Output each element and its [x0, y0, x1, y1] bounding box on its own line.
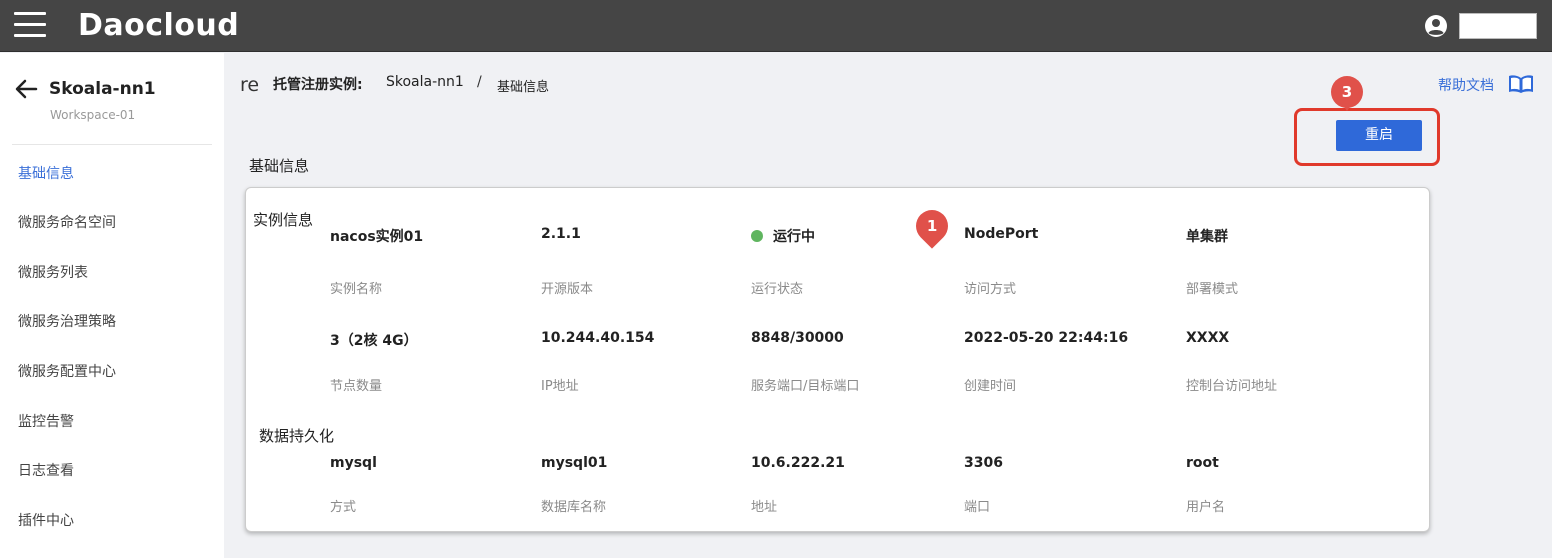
status-text: 运行中 [773, 229, 815, 245]
sidebar: Skoala-nn1 Workspace-01 基础信息 微服务命名空间 微服务… [0, 53, 224, 558]
created-time-value: 2022-05-20 22:44:16 [964, 330, 1129, 346]
sidebar-item-governance[interactable]: 微服务治理策略 [18, 311, 116, 331]
back-arrow-icon[interactable] [14, 79, 38, 99]
db-port-label: 端口 [964, 500, 991, 515]
db-address-value: 10.6.222.21 [751, 455, 845, 471]
workspace-subtitle: Workspace-01 [50, 108, 136, 122]
access-method-value: NodePort [964, 226, 1039, 242]
node-count-value: 3（2核 4G） [330, 333, 418, 349]
created-time-label: 创建时间 [964, 379, 1017, 394]
console-url-label: 控制台访问地址 [1186, 379, 1278, 394]
db-username-value: root [1186, 455, 1219, 471]
instance-info-title: 实例信息 [253, 211, 314, 229]
deploy-mode-value: 单集群 [1186, 229, 1228, 245]
hamburger-menu-icon[interactable] [14, 12, 46, 38]
sidebar-item-config-center[interactable]: 微服务配置中心 [18, 361, 116, 381]
info-card: 实例信息 nacos实例01 2.1.1 运行中 NodePort 单集群 实例… [245, 187, 1430, 532]
sidebar-item-logs[interactable]: 日志查看 [18, 460, 74, 480]
instance-name-value: nacos实例01 [330, 229, 424, 245]
ports-value: 8848/30000 [751, 330, 844, 346]
annotation-marker-1-label: 1 [926, 217, 938, 235]
status-label: 运行状态 [751, 282, 804, 297]
sidebar-item-basic-info[interactable]: 基础信息 [18, 163, 74, 183]
brand-logo: Daocloud [78, 8, 240, 43]
deploy-mode-label: 部署模式 [1186, 282, 1239, 297]
sidebar-item-service-list[interactable]: 微服务列表 [18, 262, 88, 282]
sidebar-item-monitoring[interactable]: 监控告警 [18, 411, 74, 431]
workspace-title: Skoala-nn1 [49, 79, 156, 99]
sidebar-divider [12, 144, 212, 145]
ip-address-label: IP地址 [541, 379, 579, 394]
help-docs-link[interactable]: 帮助文档 [1438, 75, 1494, 95]
section-title: 基础信息 [249, 157, 310, 175]
ip-address-value: 10.244.40.154 [541, 330, 655, 346]
breadcrumb-current: 基础信息 [497, 80, 550, 95]
db-port-value: 3306 [964, 455, 1003, 471]
breadcrumb-label: 托管注册实例: [273, 77, 363, 93]
truncated-text-fragment: re [240, 74, 260, 96]
instance-name-label: 实例名称 [330, 282, 383, 297]
database-name-label: 数据库名称 [541, 500, 607, 515]
persistence-method-value: mysql [330, 455, 377, 471]
persistence-method-label: 方式 [330, 500, 357, 515]
breadcrumb-instance[interactable]: Skoala-nn1 [386, 74, 464, 90]
db-address-label: 地址 [751, 500, 778, 515]
user-avatar-icon[interactable] [1424, 14, 1448, 38]
breadcrumb-separator: / [477, 74, 482, 90]
database-name-value: mysql01 [541, 455, 608, 471]
sidebar-item-namespaces[interactable]: 微服务命名空间 [18, 212, 116, 232]
user-name-box[interactable] [1459, 13, 1537, 39]
node-count-label: 节点数量 [330, 379, 383, 394]
persistence-title: 数据持久化 [259, 427, 335, 445]
console-url-value[interactable]: XXXX [1186, 330, 1229, 346]
restart-button[interactable]: 重启 [1336, 120, 1422, 151]
book-icon[interactable] [1508, 74, 1534, 94]
version-label: 开源版本 [541, 282, 594, 297]
db-username-label: 用户名 [1186, 500, 1226, 515]
status-dot-icon [751, 230, 763, 242]
sidebar-item-plugins[interactable]: 插件中心 [18, 510, 74, 530]
status-value: 运行中 [751, 226, 815, 246]
annotation-marker-3: 3 [1331, 76, 1363, 111]
access-method-label: 访问方式 [964, 282, 1017, 297]
top-bar: Daocloud [0, 0, 1552, 52]
ports-label: 服务端口/目标端口 [751, 379, 860, 394]
version-value: 2.1.1 [541, 226, 581, 242]
